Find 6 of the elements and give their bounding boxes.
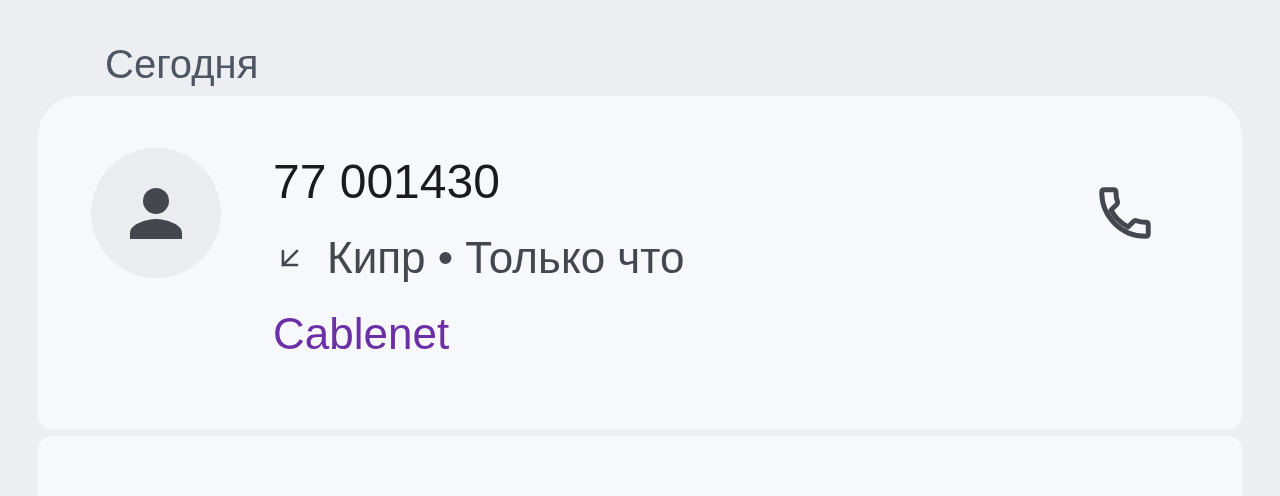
section-title: Сегодня [105, 42, 259, 86]
call-card[interactable]: 77 001430 Кипр • Только что Cablenet [38, 96, 1242, 429]
call-details: Кипр • Только что [327, 232, 685, 284]
carrier-name: Cablenet [273, 308, 450, 360]
person-icon [129, 187, 183, 239]
phone-number: 77 001430 [273, 154, 500, 210]
